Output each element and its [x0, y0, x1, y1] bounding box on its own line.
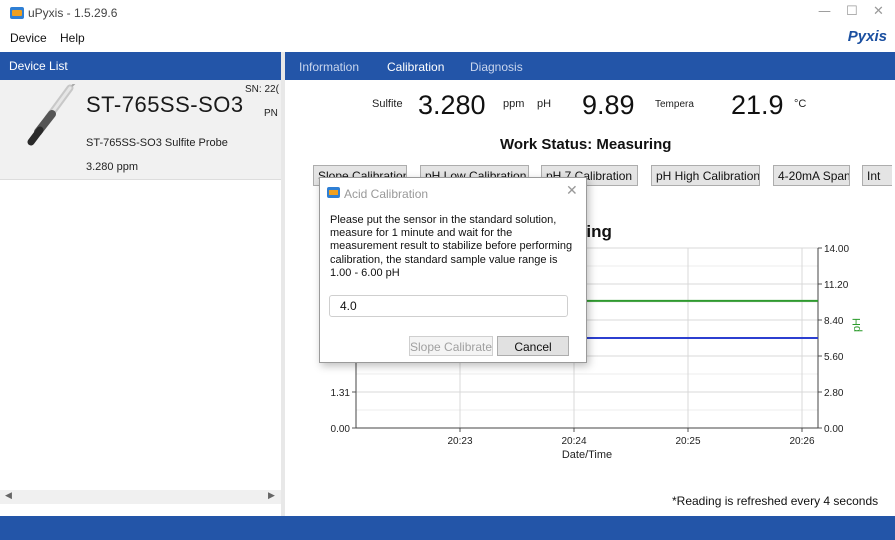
int-button[interactable]: Int — [862, 165, 892, 186]
temperature-unit: °C — [794, 98, 807, 110]
probe-image — [27, 84, 76, 146]
menu-bar: Device Help Pyxis — [0, 28, 895, 48]
x-tick-label: 20:24 — [561, 436, 586, 447]
device-pn: PN — [264, 108, 278, 119]
panel-divider[interactable] — [281, 52, 285, 516]
right-tick-label: 5.60 — [824, 352, 844, 363]
ph-high-calibration-button[interactable]: pH High Calibration — [651, 165, 760, 186]
work-status: Work Status: Measuring — [500, 136, 672, 153]
right-tick-label: 14.00 — [824, 244, 849, 255]
dialog-app-icon — [327, 187, 340, 198]
right-tick-label: 11.20 — [824, 280, 849, 291]
device-card[interactable]: ST-765SS-SO3 SN: 22( PN ST-765SS-SO3 Sul… — [0, 80, 281, 180]
device-sn: SN: 22( — [245, 84, 279, 95]
close-icon[interactable]: ✕ — [873, 4, 884, 19]
x-tick-label: 20:26 — [789, 436, 814, 447]
title-bar: uPyxis - 1.5.29.6 — ☐ ✕ — [0, 0, 895, 26]
device-name: ST-765SS-SO3 — [86, 92, 244, 117]
temperature-label: Tempera — [655, 99, 694, 110]
span-4-20ma-button[interactable]: 4-20mA Span — [773, 165, 850, 186]
menu-help[interactable]: Help — [60, 31, 85, 45]
left-tick-label: 0.00 — [331, 424, 351, 435]
left-tick-label: 1.31 — [331, 388, 351, 399]
tabs-bar: Information Calibration Diagnosis — [285, 52, 895, 80]
scroll-left-icon[interactable]: ◀ — [5, 491, 12, 501]
slope-calibrate-button[interactable]: Slope Calibrate — [409, 336, 493, 356]
ph-value: 9.89 — [582, 90, 635, 120]
window-title: uPyxis - 1.5.29.6 — [28, 6, 118, 20]
right-tick-label: 2.80 — [824, 388, 844, 399]
device-description: ST-765SS-SO3 Sulfite Probe — [86, 137, 228, 149]
sulfite-label: Sulfite — [372, 98, 403, 110]
tab-diagnosis[interactable]: Diagnosis — [470, 60, 523, 74]
tab-information[interactable]: Information — [299, 60, 359, 74]
sulfite-unit: ppm — [503, 98, 525, 110]
acid-calibration-dialog: Acid Calibration ✕ Please put the sensor… — [319, 177, 587, 363]
cancel-button[interactable]: Cancel — [497, 336, 569, 356]
chart-right-ylabel: pH — [851, 317, 863, 332]
dialog-close-icon[interactable]: ✕ — [566, 183, 578, 199]
app-icon — [10, 7, 24, 19]
x-axis-label: Date/Time — [562, 449, 612, 461]
minimize-icon[interactable]: — — [818, 4, 831, 19]
refresh-note: *Reading is refreshed every 4 seconds — [672, 494, 879, 508]
pyxis-logo: Pyxis — [847, 28, 887, 45]
tab-calibration[interactable]: Calibration — [387, 60, 444, 74]
device-reading: 3.280 ppm — [86, 161, 138, 173]
dialog-title: Acid Calibration — [344, 187, 429, 201]
ph-label: pH — [537, 98, 552, 110]
right-tick-label: 8.40 — [824, 316, 844, 327]
x-tick-label: 20:23 — [447, 436, 472, 447]
sulfite-value: 3.280 — [418, 90, 486, 120]
status-bar — [0, 516, 895, 540]
device-list-header: Device List — [0, 52, 281, 80]
scroll-right-icon[interactable]: ▶ — [268, 491, 275, 501]
maximize-icon[interactable]: ☐ — [846, 4, 858, 19]
temperature-value: 21.9 — [731, 90, 784, 120]
x-tick-label: 20:25 — [675, 436, 700, 447]
right-tick-label: 0.00 — [824, 424, 844, 435]
device-list-scrollbar[interactable]: ◀ ▶ — [0, 490, 281, 504]
standard-value-input[interactable] — [329, 295, 568, 317]
menu-device[interactable]: Device — [10, 31, 47, 45]
dialog-message: Please put the sensor in the standard so… — [330, 214, 573, 279]
